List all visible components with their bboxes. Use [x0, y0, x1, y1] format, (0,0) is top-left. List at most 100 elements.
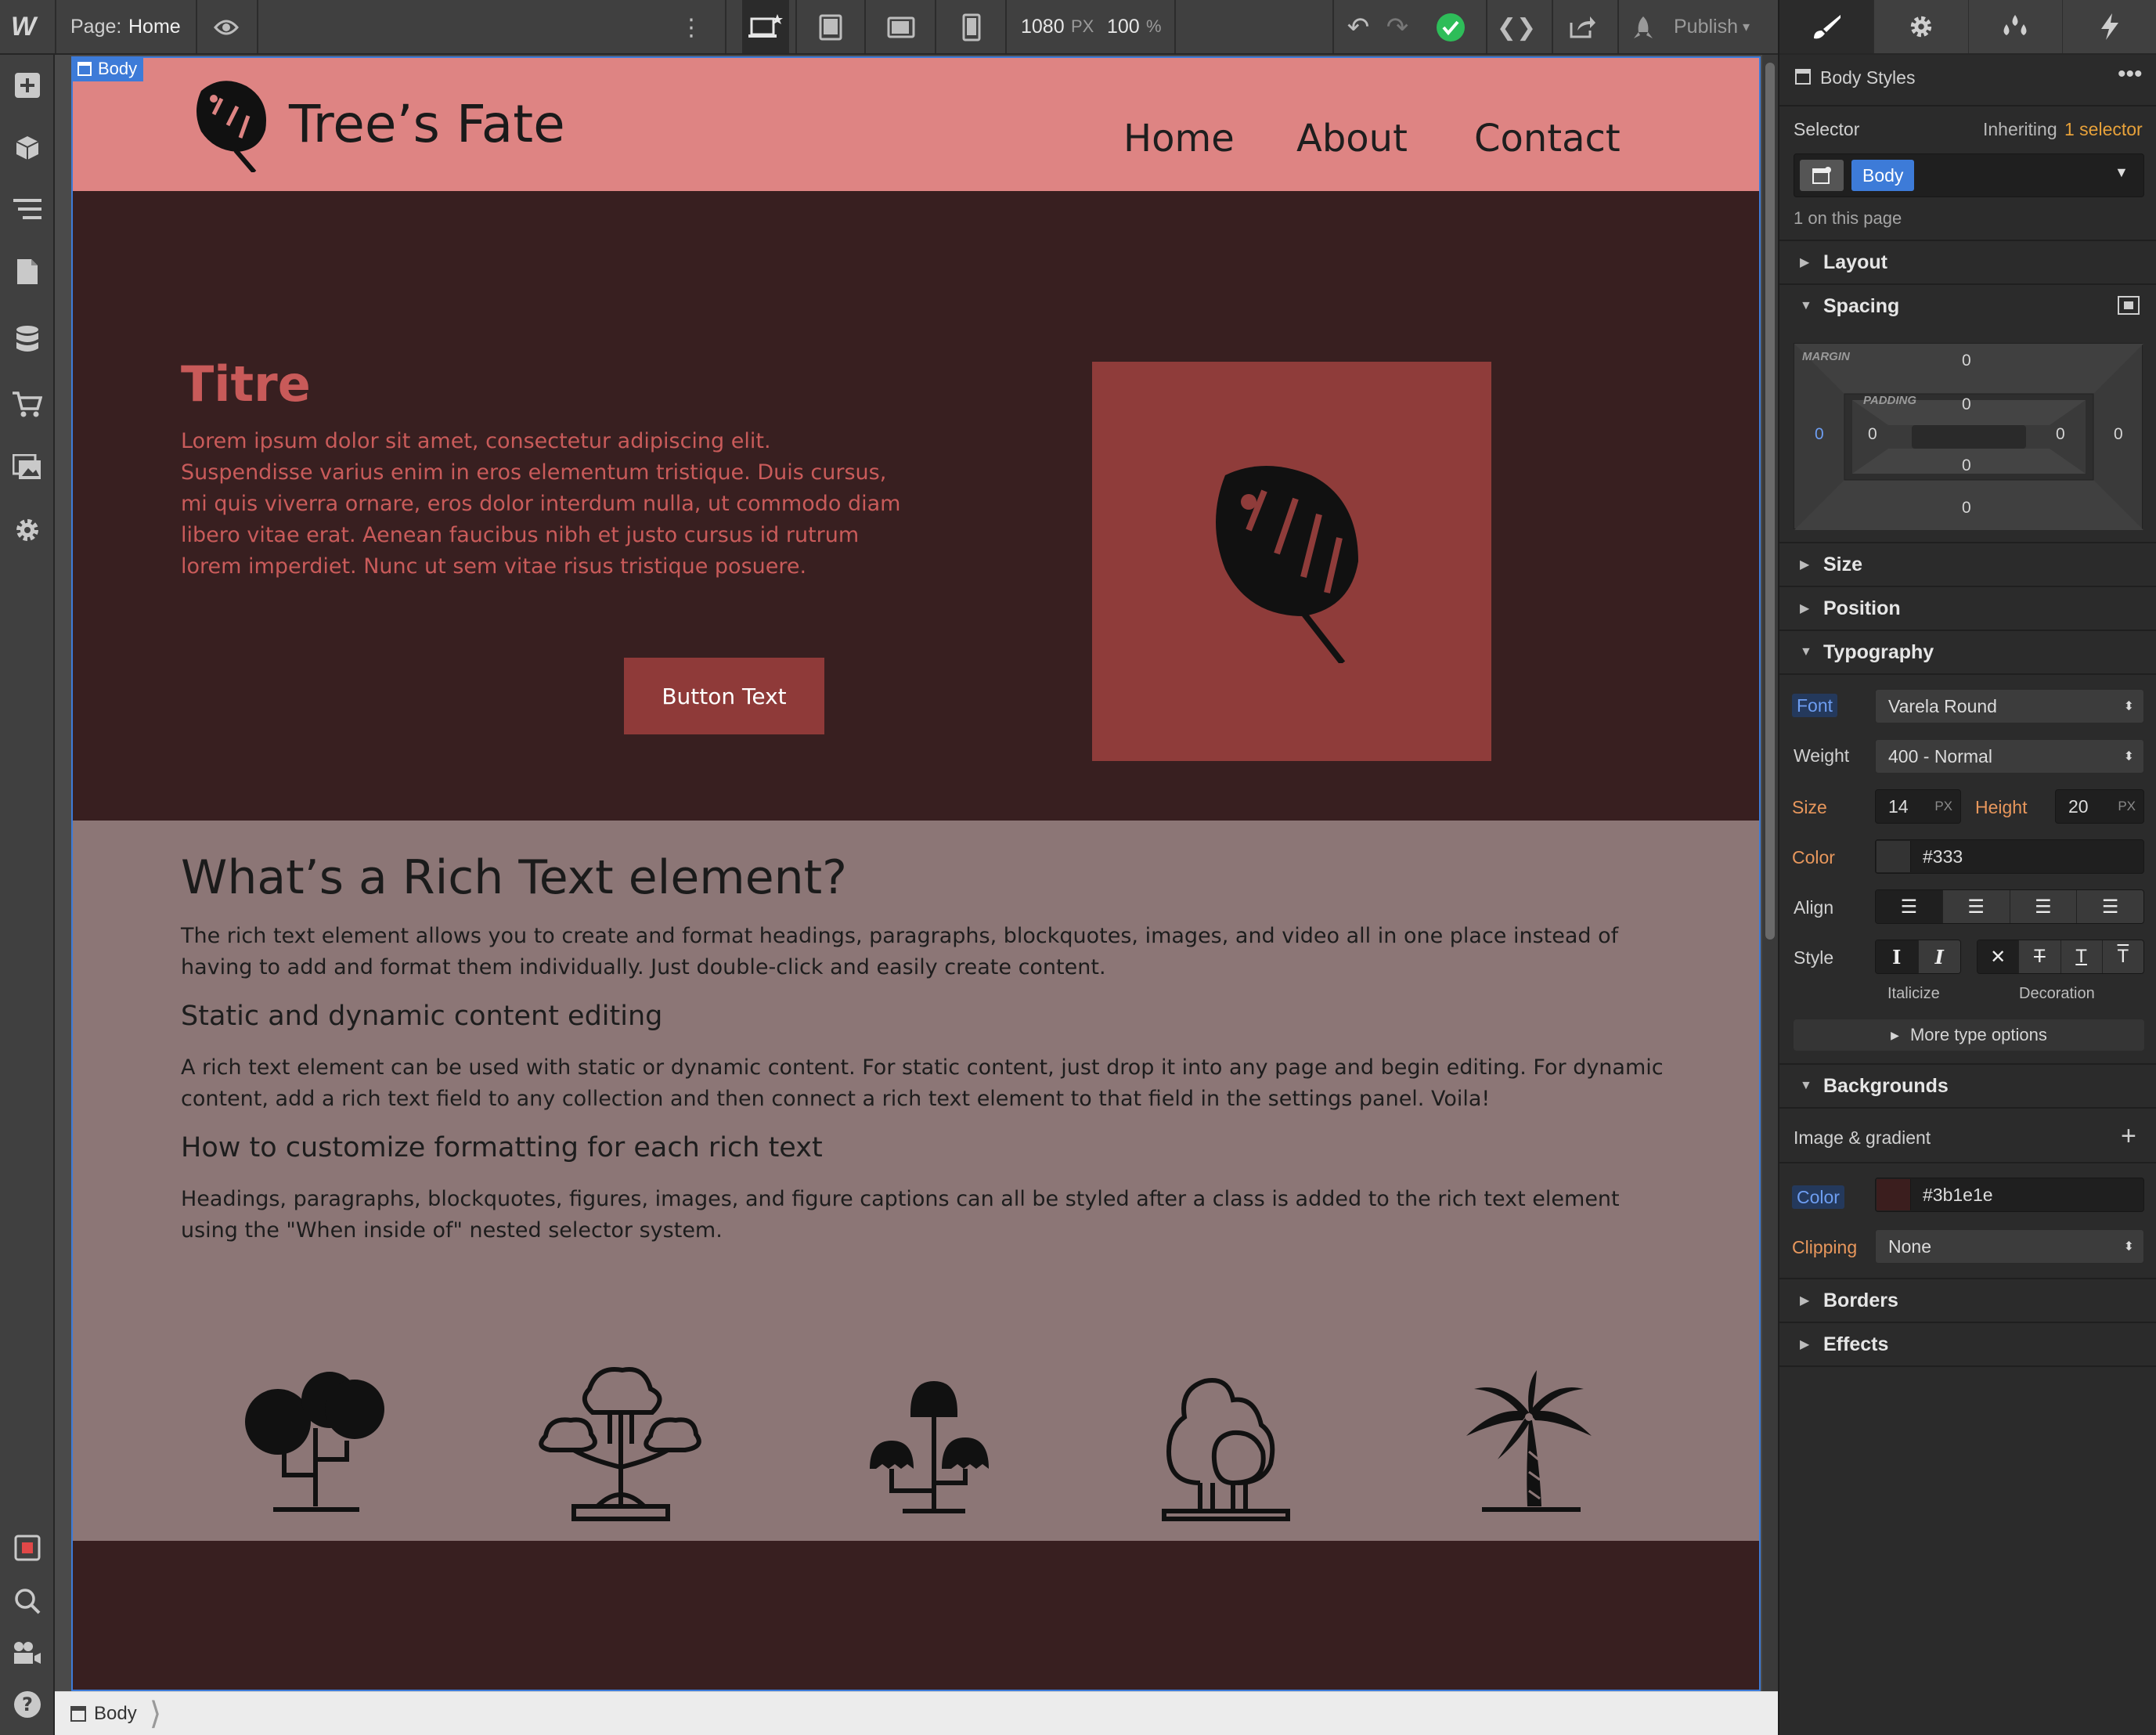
- overline-icon[interactable]: T: [2102, 940, 2143, 973]
- hero-button[interactable]: Button Text: [624, 658, 824, 734]
- margin-left-value[interactable]: 0: [1815, 425, 1824, 444]
- spacing-box-icon[interactable]: [2118, 296, 2140, 319]
- padding-top-value[interactable]: 0: [1962, 395, 1971, 414]
- section-backgrounds[interactable]: ▼ Backgrounds: [1779, 1063, 2156, 1107]
- section-spacing[interactable]: ▼ Spacing: [1779, 283, 2156, 327]
- font-size-unit: PX: [1934, 799, 1952, 813]
- text-color-input[interactable]: #333: [1875, 839, 2144, 874]
- search-icon[interactable]: [9, 1583, 45, 1619]
- tablet-breakpoint-icon[interactable]: [813, 9, 849, 45]
- italic-off-icon[interactable]: I: [1876, 940, 1919, 973]
- mobile-portrait-icon[interactable]: [954, 9, 990, 45]
- selector-dropdown-chevron-icon[interactable]: ▼: [2115, 164, 2129, 181]
- footer-section[interactable]: [73, 1541, 1759, 1690]
- text-color-swatch[interactable]: [1877, 841, 1911, 872]
- margin-bottom-value[interactable]: 0: [1962, 499, 1971, 518]
- nav-link-contact[interactable]: Contact: [1474, 117, 1621, 161]
- section-typography[interactable]: ▼ Typography: [1779, 629, 2156, 673]
- align-justify-icon[interactable]: ☰: [2077, 890, 2143, 923]
- navigator-icon[interactable]: [9, 191, 45, 227]
- strikethrough-icon[interactable]: T: [2019, 940, 2061, 973]
- breadcrumb[interactable]: Body ⟩: [70, 1692, 161, 1735]
- publish-chevron-down-icon[interactable]: ▾: [1743, 0, 1750, 53]
- inheriting-selector-link[interactable]: 1 selector: [2064, 119, 2143, 140]
- font-size-input[interactable]: 14 PX: [1875, 789, 1961, 824]
- cms-database-icon[interactable]: [9, 321, 45, 357]
- tab-interactions-bolt-icon[interactable]: [2063, 0, 2156, 53]
- align-left-icon[interactable]: ☰: [1876, 890, 1943, 923]
- hero-section[interactable]: Titre Lorem ipsum dolor sit amet, consec…: [73, 191, 1759, 821]
- padding-right-value[interactable]: 0: [2056, 425, 2065, 444]
- nav-link-about[interactable]: About: [1296, 117, 1408, 161]
- tab-style-brush-icon[interactable]: [1779, 0, 1874, 53]
- selector-class-icon[interactable]: [1800, 160, 1844, 191]
- tab-style-manager-drops-icon[interactable]: [1969, 0, 2064, 53]
- margin-top-value[interactable]: 0: [1962, 352, 1971, 370]
- publish-button[interactable]: Publish: [1674, 0, 1738, 53]
- section-size[interactable]: ▶ Size: [1779, 542, 2156, 586]
- background-color-input[interactable]: #3b1e1e: [1875, 1178, 2144, 1212]
- help-question-icon[interactable]: ?: [9, 1686, 45, 1722]
- bush-tree-icon: [1145, 1365, 1302, 1534]
- italic-on-icon[interactable]: I: [1918, 940, 1960, 973]
- add-background-plus-icon[interactable]: +: [2121, 1121, 2136, 1152]
- expand-caret-icon: ▶: [1891, 1028, 1899, 1041]
- symbols-cube-icon[interactable]: [9, 130, 45, 166]
- line-height-label: Height: [1975, 797, 2028, 817]
- preview-eye-icon[interactable]: [208, 9, 244, 45]
- site-header[interactable]: Tree’s Fate Home About Contact: [73, 58, 1759, 191]
- code-export-icon[interactable]: ❮❯: [1497, 9, 1536, 45]
- align-center-icon[interactable]: ☰: [1942, 890, 2010, 923]
- status-check-icon[interactable]: [1433, 9, 1469, 45]
- line-height-input[interactable]: 20 PX: [2055, 789, 2144, 824]
- nav-link-home[interactable]: Home: [1123, 117, 1235, 161]
- section-borders-label: Borders: [1823, 1289, 1898, 1311]
- zoom-value[interactable]: 100: [1107, 0, 1140, 53]
- settings-gear-icon[interactable]: [9, 512, 45, 548]
- text-align-group: ☰ ☰ ☰ ☰: [1875, 889, 2144, 924]
- redo-icon[interactable]: ↷: [1379, 9, 1415, 45]
- desktop-breakpoint-icon[interactable]: [742, 0, 789, 53]
- page-name[interactable]: Home: [128, 0, 181, 53]
- section-position[interactable]: ▶ Position: [1779, 586, 2156, 629]
- video-tutorials-icon[interactable]: [9, 1635, 45, 1671]
- line-height-value: 20: [2068, 795, 2089, 817]
- add-element-icon[interactable]: [9, 67, 45, 103]
- pages-icon[interactable]: [9, 254, 45, 290]
- selector-field[interactable]: [1794, 153, 2144, 197]
- align-right-icon[interactable]: ☰: [2010, 890, 2078, 923]
- ecommerce-cart-icon[interactable]: [9, 387, 45, 423]
- underline-icon[interactable]: T: [2060, 940, 2103, 973]
- canvas-width-value[interactable]: 1080: [1021, 0, 1065, 53]
- weight-select[interactable]: 400 - Normal ⬍: [1875, 739, 2144, 774]
- padding-left-value[interactable]: 0: [1868, 425, 1877, 444]
- more-vertical-icon[interactable]: ⋮: [673, 9, 709, 45]
- section-layout[interactable]: ▶ Layout: [1779, 240, 2156, 283]
- tab-settings-gear-icon[interactable]: [1874, 0, 1969, 53]
- share-icon[interactable]: [1564, 9, 1600, 45]
- more-type-options-button[interactable]: ▶ More type options: [1794, 1019, 2144, 1051]
- margin-right-value[interactable]: 0: [2114, 425, 2123, 444]
- section-borders[interactable]: ▶ Borders: [1779, 1278, 2156, 1322]
- record-stop-icon[interactable]: [9, 1530, 45, 1566]
- section-effects[interactable]: ▶ Effects: [1779, 1322, 2156, 1365]
- padding-bottom-value[interactable]: 0: [1962, 456, 1971, 475]
- brand-link[interactable]: Tree’s Fate: [190, 75, 565, 172]
- mobile-landscape-icon[interactable]: [883, 9, 919, 45]
- site-body[interactable]: Tree’s Fate Home About Contact Titre Lor…: [71, 56, 1761, 1691]
- breadcrumb-item-body[interactable]: Body: [94, 1703, 137, 1725]
- canvas-scrollbar-thumb[interactable]: [1765, 63, 1775, 940]
- breadcrumb-bar: Body ⟩: [55, 1691, 1778, 1735]
- hero-image[interactable]: [1092, 362, 1491, 761]
- clipping-select[interactable]: None ⬍: [1875, 1229, 2144, 1264]
- font-select[interactable]: Varela Round ⬍: [1875, 689, 2144, 723]
- background-color-swatch[interactable]: [1877, 1179, 1911, 1210]
- designer-canvas: Tree’s Fate Home About Contact Titre Lor…: [55, 55, 1778, 1691]
- assets-images-icon[interactable]: [9, 449, 45, 485]
- canvas-scrollbar[interactable]: [1762, 55, 1778, 1691]
- selector-tag-body[interactable]: Body: [1851, 160, 1915, 191]
- panel-more-options-icon[interactable]: •••: [2118, 61, 2143, 88]
- decoration-none-icon[interactable]: ✕: [1978, 940, 2020, 973]
- undo-icon[interactable]: ↶: [1340, 9, 1376, 45]
- webflow-logo[interactable]: W: [11, 0, 36, 53]
